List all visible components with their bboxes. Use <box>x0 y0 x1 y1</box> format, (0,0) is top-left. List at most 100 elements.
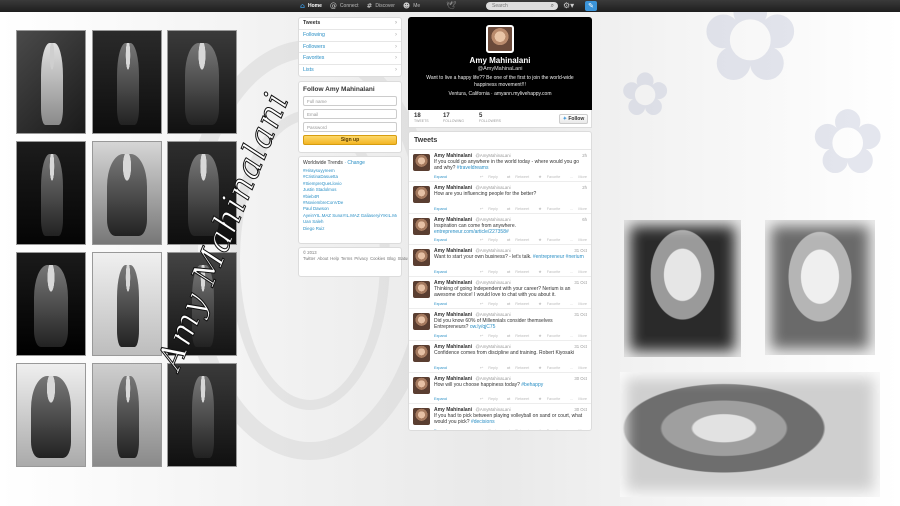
tweet-avatar[interactable] <box>413 281 430 299</box>
search-icon[interactable]: ⌕ <box>551 2 554 10</box>
reply-action[interactable]: ↩ Reply <box>476 397 498 401</box>
more-action[interactable]: … More <box>565 429 587 430</box>
retweet-action[interactable]: ⇄ Retweet <box>503 366 529 370</box>
footer-link[interactable]: Cookies <box>370 256 385 261</box>
reply-action[interactable]: ↩ Reply <box>476 207 498 211</box>
stat-followers[interactable]: 5 FOLLOWERS <box>479 113 501 124</box>
more-action[interactable]: … More <box>565 207 587 211</box>
reply-action[interactable]: ↩ Reply <box>476 302 498 306</box>
tweet-expand-link[interactable]: Expand <box>434 238 447 242</box>
favorite-action[interactable]: ★ Favorite <box>534 334 560 338</box>
tweet-link[interactable]: #traveldreams <box>457 165 489 171</box>
reply-action[interactable]: ↩ Reply <box>476 366 498 370</box>
tweet-avatar[interactable] <box>413 217 430 235</box>
retweet-action[interactable]: ⇄ Retweet <box>503 302 529 306</box>
tweet[interactable]: Amy Mahinalani @AmyMahinaLani 31 Oct Wan… <box>409 245 591 278</box>
tweet-author-handle[interactable]: @AmyMahinaLani <box>475 185 510 190</box>
tweet-expand-link[interactable]: Expand <box>434 397 447 401</box>
more-action[interactable]: … More <box>565 302 587 306</box>
retweet-action[interactable]: ⇄ Retweet <box>503 175 529 179</box>
tweet-avatar[interactable] <box>413 408 430 426</box>
stat-following[interactable]: 17 FOLLOWING <box>443 113 464 124</box>
tweet-expand-link[interactable]: Expand <box>434 366 447 370</box>
follow-button[interactable]: ✦ Follow <box>559 114 588 124</box>
tweet-timestamp[interactable]: 31 Oct <box>574 312 587 317</box>
tweet-author-handle[interactable]: @AmyMahinaLani <box>475 217 510 222</box>
favorite-action[interactable]: ★ Favorite <box>534 175 560 179</box>
more-action[interactable]: … More <box>565 366 587 370</box>
tweet-link[interactable]: ow.ly/qjC75 <box>470 324 496 330</box>
tweet-timestamp[interactable]: 2h <box>582 185 587 190</box>
footer-link[interactable]: Terms <box>341 256 352 261</box>
nav-me[interactable]: ☻ Me <box>399 0 424 12</box>
footer-link[interactable]: About <box>317 256 328 261</box>
favorite-action[interactable]: ★ Favorite <box>534 397 560 401</box>
footer-link[interactable]: © 2013 Twitter <box>303 250 317 261</box>
tweet[interactable]: Amy Mahinalani @AmyMahinaLani 6h Inspira… <box>409 214 591 246</box>
twitter-bird-icon[interactable]: 🕊 <box>446 1 456 10</box>
tweet-avatar[interactable] <box>413 312 430 330</box>
more-action[interactable]: … More <box>565 270 587 274</box>
trend-link[interactable]: Diego Ruiz <box>303 226 397 232</box>
tweet[interactable]: Amy Mahinalani @AmyMahinaLani 2h How are… <box>409 182 591 214</box>
tweet-link[interactable]: entrepreneur.com/article/227358# <box>434 229 509 235</box>
password-field[interactable]: Password <box>303 122 397 132</box>
change-trends-link[interactable]: · Change <box>344 160 365 166</box>
tweet-author-handle[interactable]: @AmyMahinaLani <box>475 280 510 285</box>
tweet-link[interactable]: #behappy <box>521 382 543 388</box>
tweet-expand-link[interactable]: Expand <box>434 429 447 430</box>
sidebar-item-favorites[interactable]: Favorites › <box>299 53 401 66</box>
tweet-timestamp[interactable]: 31 Oct <box>574 248 587 253</box>
retweet-action[interactable]: ⇄ Retweet <box>503 207 529 211</box>
sidebar-item-followers[interactable]: Followers › <box>299 42 401 54</box>
sign-up-button[interactable]: Sign up <box>303 135 397 145</box>
tweet[interactable]: Amy Mahinalani @AmyMahinaLani 31 Oct Did… <box>409 309 591 341</box>
reply-action[interactable]: ↩ Reply <box>476 238 498 242</box>
reply-action[interactable]: ↩ Reply <box>476 429 498 430</box>
favorite-action[interactable]: ★ Favorite <box>534 238 560 242</box>
reply-action[interactable]: ↩ Reply <box>476 175 498 179</box>
retweet-action[interactable]: ⇄ Retweet <box>503 429 529 430</box>
favorite-action[interactable]: ★ Favorite <box>534 366 560 370</box>
more-action[interactable]: … More <box>565 238 587 242</box>
sidebar-item-lists[interactable]: Lists › <box>299 65 401 77</box>
tweet-expand-link[interactable]: Expand <box>434 334 447 338</box>
tweet[interactable]: Amy Mahinalani @AmyMahinaLani 2h If you … <box>409 150 591 182</box>
tweet-avatar[interactable] <box>413 376 430 394</box>
reply-action[interactable]: ↩ Reply <box>476 270 498 274</box>
retweet-action[interactable]: ⇄ Retweet <box>503 270 529 274</box>
footer-link[interactable]: Privacy <box>354 256 368 261</box>
tweet-timestamp[interactable]: 30 Oct <box>574 376 587 381</box>
nav-discover[interactable]: # Discover <box>363 0 399 12</box>
favorite-action[interactable]: ★ Favorite <box>534 270 560 274</box>
tweet-author-handle[interactable]: @AmyMahinaLani <box>475 312 510 317</box>
tweet-link[interactable]: #entrepreneur #nerium <box>533 254 584 260</box>
tweet-timestamp[interactable]: 31 Oct <box>574 344 587 349</box>
reply-action[interactable]: ↩ Reply <box>476 334 498 338</box>
tweet-avatar[interactable] <box>413 154 430 171</box>
tweet-link[interactable]: #decisions <box>471 419 495 425</box>
tweet-expand-link[interactable]: Expand <box>434 207 447 211</box>
retweet-action[interactable]: ⇄ Retweet <box>503 334 529 338</box>
search-input[interactable]: Search ⌕ <box>486 2 558 10</box>
tweet-avatar[interactable] <box>413 249 430 267</box>
nav-home[interactable]: ⌂ Home <box>296 0 326 12</box>
email-field[interactable]: Email <box>303 109 397 119</box>
tweet-author-handle[interactable]: @AmyMahinaLani <box>475 407 510 412</box>
footer-link[interactable]: Help <box>330 256 339 261</box>
tweet-avatar[interactable] <box>413 344 430 362</box>
favorite-action[interactable]: ★ Favorite <box>534 429 560 430</box>
tweet-author-handle[interactable]: @AmyMahinaLani <box>475 248 510 253</box>
tweet-timestamp[interactable]: 6h <box>582 217 587 222</box>
retweet-action[interactable]: ⇄ Retweet <box>503 397 529 401</box>
more-action[interactable]: … More <box>565 334 587 338</box>
tweet-timestamp[interactable]: 31 Oct <box>574 280 587 285</box>
sidebar-item-following[interactable]: Following › <box>299 30 401 42</box>
more-action[interactable]: … More <box>565 397 587 401</box>
full-name-field[interactable]: Full name <box>303 96 397 106</box>
avatar[interactable] <box>486 25 514 53</box>
tweet-author-handle[interactable]: @AmyMahinaLani <box>475 344 510 349</box>
sidebar-item-tweets[interactable]: Tweets › <box>299 18 401 30</box>
nav-connect[interactable]: @ Connect <box>326 0 363 12</box>
tweet-expand-link[interactable]: Expand <box>434 270 447 274</box>
